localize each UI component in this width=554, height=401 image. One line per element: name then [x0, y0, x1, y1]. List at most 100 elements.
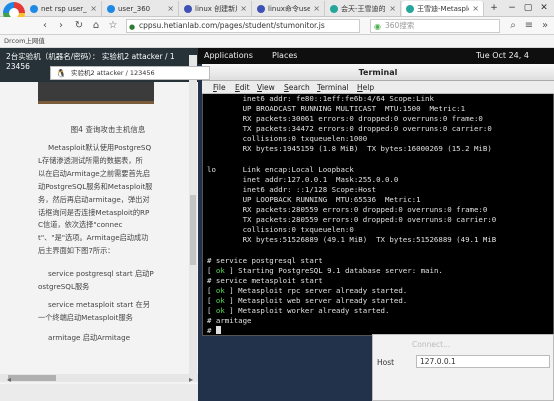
- minimize-window-button[interactable]: −: [505, 1, 519, 15]
- terminal-line: # service metasploit start: [207, 275, 323, 285]
- terminal-cursor: [215, 326, 221, 334]
- new-tab-icon[interactable]: +: [487, 1, 501, 15]
- paragraph-line: t"、"是"选项。Armitage启动成功: [38, 233, 149, 243]
- screenshot-thumbnail: [38, 82, 154, 104]
- forward-arrow-icon[interactable]: ›: [54, 19, 68, 33]
- paragraph-line: 动PostgreSQL服务和Metasploit服: [38, 181, 153, 191]
- terminal-menu-terminal[interactable]: Terminal: [317, 81, 349, 94]
- terminal-line: RX packets:30061 errors:0 dropped:0 over…: [207, 114, 483, 124]
- menu-icon[interactable]: ≡: [522, 19, 536, 33]
- bookmarks-bar: Drcom上网值: [0, 35, 554, 48]
- left-panel-footer: [0, 384, 198, 401]
- scrollbar-thumb[interactable]: [190, 195, 196, 265]
- ok-status: ok: [215, 265, 225, 275]
- terminal-line: lo Link encap:Local Loopback: [207, 164, 354, 174]
- terminal-line: [ ok ] Metasploit worker already started…: [207, 305, 390, 315]
- places-menu[interactable]: Places: [272, 48, 297, 64]
- desktop-top-panel: Applications Places Tue Oct 24, 4: [198, 48, 554, 64]
- host-label: Host: [377, 358, 395, 367]
- browser-tab[interactable]: user_360 ×: [103, 1, 179, 16]
- figure-caption: 图4 查询攻击主机信息: [70, 125, 146, 134]
- terminal-line: collisions:0 txqueuelen:1000: [207, 134, 368, 144]
- url-input[interactable]: ● cppsu.hetianlab.com/pages/student/stum…: [126, 19, 360, 33]
- tab-label: 会天-王雪迪的实验: [341, 4, 386, 13]
- desktop-clock: Tue Oct 24, 4: [476, 51, 529, 60]
- terminal-line: TX packets:34472 errors:0 dropped:0 over…: [207, 124, 492, 134]
- tab-favicon-icon: [30, 4, 38, 13]
- back-arrow-icon[interactable]: ‹: [38, 19, 52, 33]
- tab-close-icon[interactable]: ×: [386, 4, 396, 13]
- instruction-paragraph: Metasploit默认使用PostgreSQ L存储渗透测试所需的数据表，所 以在…: [38, 142, 188, 258]
- ok-status: ok: [215, 285, 225, 295]
- tab-close-icon[interactable]: ×: [87, 4, 97, 13]
- terminal-menu-search[interactable]: Search: [284, 81, 310, 94]
- terminal-line: RX packets:280559 errors:0 dropped:0 ove…: [207, 205, 488, 215]
- session-info-bar: 🐧 实验机2 attacker / 123456: [50, 66, 210, 80]
- machine-info-line1: 2台实验机（机器名/密码）： 实验机2 attacker / 1: [6, 52, 175, 61]
- left-vertical-scrollbar[interactable]: [189, 55, 197, 375]
- host-input[interactable]: 127.0.0.1: [416, 355, 550, 368]
- terminal-line: [ ok ] Starting PostgreSQL 9.1 database …: [207, 265, 443, 275]
- close-window-button[interactable]: ✕: [537, 1, 551, 15]
- penguin-icon: 🐧: [56, 69, 66, 78]
- terminal-title-bar[interactable]: Terminal: [202, 64, 554, 81]
- ok-status: ok: [215, 305, 225, 315]
- terminal-output[interactable]: inet6 addr: fe80::1eff:fe6b:4/64 Scope:L…: [207, 94, 554, 334]
- scroll-right-icon[interactable]: ▸: [186, 375, 196, 385]
- applications-menu[interactable]: Applications: [204, 48, 253, 64]
- tab-favicon-icon: [330, 4, 338, 13]
- terminal-menu-bar: File Edit View Search Terminal Help: [202, 81, 554, 94]
- more-icon[interactable]: »: [538, 19, 552, 33]
- tab-favicon-icon: [406, 4, 414, 13]
- browser-tab[interactable]: 会天-王雪迪的实验×: [326, 1, 401, 16]
- session-label: 实验机2 attacker / 123456: [71, 69, 155, 77]
- terminal-menu-help[interactable]: Help: [357, 81, 374, 94]
- search-icon[interactable]: ⌕: [506, 19, 520, 33]
- tab-close-icon[interactable]: ×: [237, 4, 247, 13]
- scrollbar-thumb[interactable]: [8, 375, 56, 381]
- paragraph-line: L存储渗透测试所需的数据表，所: [38, 155, 143, 165]
- terminal-line: UP LOOPBACK RUNNING MTU:65536 Metric:1: [207, 194, 421, 204]
- tab-close-icon[interactable]: ×: [164, 4, 174, 13]
- connect-dialog-title: Connect...: [412, 340, 451, 349]
- search-placeholder: 360搜索: [385, 21, 415, 30]
- scroll-left-icon[interactable]: ◂: [4, 375, 14, 385]
- terminal-menu-view[interactable]: View: [257, 81, 275, 94]
- browser-tab[interactable]: linux命令user&&×: [253, 1, 325, 16]
- paragraph-line: 务，然后再启动armitage，弹出对: [38, 194, 150, 204]
- search-engine-icon: ◉: [374, 22, 381, 31]
- bookmark-item[interactable]: Drcom上网值: [4, 37, 45, 45]
- terminal-line: RX bytes:51526889 (49.1 MiB) TX bytes:51…: [207, 235, 497, 245]
- tab-favicon-icon: [257, 4, 265, 13]
- browser-tab[interactable]: net rsp user_360×: [26, 1, 102, 16]
- paragraph-line: 话框询问是否连接Metasploit的RP: [38, 207, 150, 217]
- url-text: cppsu.hetianlab.com/pages/student/stumon…: [139, 21, 325, 30]
- browser-tab[interactable]: 王雪迪-Metasploi ×: [402, 1, 484, 16]
- terminal-line: inet6 addr: ::1/128 Scope:Host: [207, 184, 377, 194]
- tab-label: user_360: [118, 4, 151, 13]
- terminal-line: [ ok ] Metasploit rpc server already sta…: [207, 285, 408, 295]
- tab-close-icon[interactable]: ×: [310, 4, 320, 13]
- command-armitage-paragraph: armitage 启动Armitage: [48, 333, 131, 342]
- paragraph-line: service postgresql start 启动P: [48, 269, 154, 278]
- search-input[interactable]: ◉ 360搜索: [370, 19, 500, 33]
- ok-status: ok: [215, 295, 225, 305]
- terminal-line: inet6 addr: fe80::1eff:fe6b:4/64 Scope:L…: [207, 94, 434, 103]
- tab-label: linux命令user&&: [268, 4, 310, 13]
- home-icon[interactable]: ⌂: [89, 19, 103, 33]
- terminal-line: # service postgresql start: [207, 255, 323, 265]
- paragraph-line: ostgreSQL服务: [38, 281, 90, 291]
- refresh-icon[interactable]: ↻: [72, 19, 86, 33]
- command-metasploit-paragraph: service metasploit start 在另 一个终端启动Metaspl…: [38, 299, 188, 325]
- star-icon[interactable]: ☆: [106, 19, 120, 33]
- left-horizontal-scrollbar[interactable]: [0, 374, 198, 382]
- browser-tab[interactable]: linux 创建新用户×: [180, 1, 252, 16]
- maximize-window-button[interactable]: ▢: [521, 1, 535, 15]
- terminal-line: [ ok ] Metasploit web server already sta…: [207, 295, 408, 305]
- terminal-menu-edit[interactable]: Edit: [235, 81, 250, 94]
- tab-close-icon[interactable]: ×: [469, 4, 479, 13]
- terminal-line: UP BROADCAST RUNNING MULTICAST MTU:1500 …: [207, 104, 466, 114]
- lock-icon: ●: [129, 23, 136, 31]
- terminal-menu-file[interactable]: File: [213, 81, 226, 94]
